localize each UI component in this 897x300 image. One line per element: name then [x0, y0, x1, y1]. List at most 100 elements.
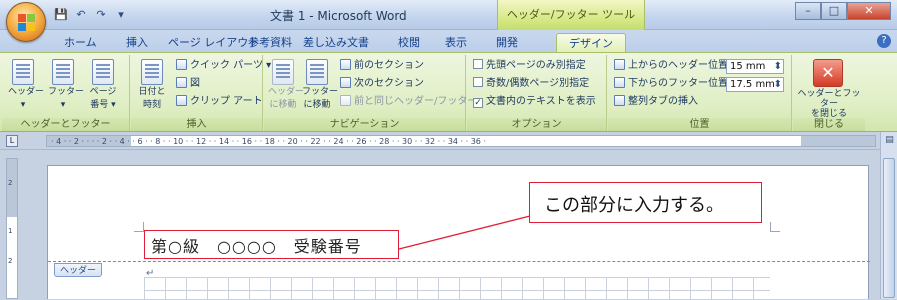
vertical-scrollbar[interactable]: ▤	[880, 132, 897, 299]
picture-button[interactable]: 図	[176, 77, 200, 91]
clip-art-label: クリップ アート	[190, 96, 263, 107]
qat-customize-icon[interactable]: ▾	[114, 8, 128, 22]
quick-access-toolbar: 💾 ↶ ↷ ▾	[54, 7, 128, 23]
save-icon[interactable]: 💾	[54, 8, 68, 22]
footer-from-bottom-label: 下からのフッター位置:	[614, 77, 731, 91]
insert-alignment-tab-button[interactable]: 整列タブの挿入	[614, 95, 698, 109]
calendar-icon	[141, 59, 163, 85]
link-to-previous-button[interactable]: 前と同じヘッダー/フッター	[340, 95, 477, 109]
horizontal-ruler[interactable]: · 4 · · 2 · · · · 2 · · 4 · · 6 · · 8 · …	[46, 135, 876, 147]
quick-parts-label: クイック パーツ ▾	[190, 60, 272, 71]
go-to-footer-label-2: に移動	[303, 100, 331, 110]
document-page[interactable]: この部分に入力する。 第○級 ○○○○ 受験番号 ヘッダー ↵	[47, 165, 870, 300]
next-section-button[interactable]: 次のセクション	[340, 77, 424, 91]
tab-home[interactable]: ホーム	[64, 33, 97, 52]
page-number-button[interactable]: ページ 番号 ▾	[88, 59, 118, 111]
footer-dropdown-icon: ▾	[60, 100, 66, 110]
group-close: ✕ ヘッダーとフッター を閉じる 閉じる	[793, 55, 865, 131]
group-label-header-footer: ヘッダーとフッター	[2, 118, 129, 131]
different-odd-even-checkbox[interactable]: 奇数/偶数ページ別指定	[473, 77, 589, 91]
header-text-highlight[interactable]: 第○級 ○○○○ 受験番号	[144, 230, 399, 259]
window-controls: – □ ✕	[795, 2, 891, 20]
go-to-header-button[interactable]: ヘッダー に移動	[268, 59, 305, 111]
footer-position-icon	[614, 77, 625, 88]
previous-section-button[interactable]: 前のセクション	[340, 59, 424, 73]
group-options: 先頭ページのみ別指定 奇数/偶数ページ別指定 ✓ 文書内のテキストを表示 オプショ…	[467, 55, 607, 131]
group-navigation: ヘッダー に移動 フッター に移動 前のセクション 次のセクション 前と同じヘッ…	[264, 55, 477, 131]
different-first-page-label: 先頭ページのみ別指定	[486, 60, 586, 71]
tab-design[interactable]: デザイン	[556, 33, 626, 52]
minimize-button[interactable]: –	[795, 2, 821, 20]
different-odd-even-label: 奇数/偶数ページ別指定	[486, 78, 590, 89]
margin-corner-mark	[134, 222, 144, 232]
insert-alignment-tab-label: 整列タブの挿入	[628, 96, 698, 107]
tab-mailings[interactable]: 差し込み文書	[303, 33, 369, 52]
group-insert: 日付と 時刻 クイック パーツ ▾ 図 クリップ アート 挿入	[131, 55, 271, 131]
scroll-thumb[interactable]	[883, 158, 895, 298]
redo-icon[interactable]: ↷	[94, 8, 108, 22]
close-header-footer-button[interactable]: ✕	[813, 59, 843, 87]
tab-references[interactable]: 参考資料	[248, 33, 292, 52]
tab-page-layout[interactable]: ページ レイアウト	[168, 33, 259, 52]
alignment-tab-icon	[614, 95, 625, 106]
clip-art-button[interactable]: クリップ アート	[176, 95, 263, 109]
show-document-text-check-icon: ✓	[473, 98, 483, 108]
header-boundary-line	[48, 261, 870, 262]
undo-icon[interactable]: ↶	[74, 8, 88, 22]
footer-position-input[interactable]: 17.5 mm	[726, 77, 784, 92]
link-to-previous-label: 前と同じヘッダー/フッター	[354, 96, 478, 107]
picture-icon	[176, 77, 187, 88]
maximize-button[interactable]: □	[821, 2, 847, 20]
help-icon[interactable]: ?	[877, 34, 891, 48]
close-header-footer-label: ヘッダーとフッター を閉じる	[795, 89, 863, 119]
date-time-label-1: 日付と	[138, 87, 166, 97]
header-icon	[12, 59, 34, 85]
close-header-footer-label-1: ヘッダーとフッター	[797, 89, 861, 109]
next-section-label: 次のセクション	[354, 78, 424, 89]
group-label-navigation: ナビゲーション	[264, 118, 465, 131]
tab-insert[interactable]: 挿入	[126, 33, 148, 52]
different-first-page-checkbox[interactable]: 先頭ページのみ別指定	[473, 59, 586, 73]
ruler-toggle-icon[interactable]: ▤	[884, 135, 895, 147]
title-bar: 💾 ↶ ↷ ▾ 文書 1 - Microsoft Word ヘッダー/フッター …	[0, 0, 897, 30]
callout-text: この部分に入力する。	[544, 195, 724, 216]
header-text[interactable]: 第○級 ○○○○ 受験番号	[151, 233, 362, 257]
ribbon: ヘッダー ▾ フッター ▾ ページ 番号 ▾ ヘッダーとフッター 日付と 時刻 …	[0, 52, 897, 132]
group-label-position: 位置	[608, 118, 791, 131]
window-title: 文書 1 - Microsoft Word	[270, 9, 407, 23]
tab-developer[interactable]: 開発	[496, 33, 518, 52]
date-time-button[interactable]: 日付と 時刻	[137, 59, 167, 111]
group-label-close: 閉じる	[793, 118, 865, 131]
footer-icon	[52, 59, 74, 85]
vruler-mark: 2	[8, 179, 13, 187]
ruler-right-margin	[801, 136, 875, 146]
go-to-header-icon	[272, 59, 294, 85]
quick-parts-button[interactable]: クイック パーツ ▾	[176, 59, 271, 73]
go-to-header-label-2: に移動	[269, 100, 297, 110]
page-number-label-2: 番号 ▾	[90, 100, 116, 110]
vruler-mark: 2	[8, 257, 13, 265]
footer-button[interactable]: フッター ▾	[48, 59, 84, 111]
office-logo-icon	[18, 14, 36, 32]
go-to-footer-button[interactable]: フッター に移動	[302, 59, 338, 111]
page-number-icon	[92, 59, 114, 85]
go-to-header-label-1: ヘッダー	[268, 87, 305, 97]
footer-from-bottom-text: 下からのフッター位置:	[628, 78, 732, 89]
ruler-bar: L · 4 · · 2 · · · · 2 · · 4 · · 6 · · 8 …	[0, 132, 897, 150]
different-first-page-check-icon	[473, 59, 483, 69]
close-button[interactable]: ✕	[847, 2, 891, 20]
header-position-input[interactable]: 15 mm	[726, 59, 784, 74]
tab-review[interactable]: 校閲	[398, 33, 420, 52]
vertical-ruler[interactable]: 2 1 2	[6, 158, 18, 299]
group-label-insert: 挿入	[131, 118, 262, 131]
ruler-ticks: · 4 · · 2 · · · · 2 · · 4 · · 6 · · 8 · …	[51, 137, 486, 146]
instruction-callout: この部分に入力する。	[529, 182, 762, 223]
show-document-text-checkbox[interactable]: ✓ 文書内のテキストを表示	[473, 95, 596, 109]
group-position: 上からのヘッダー位置: 15 mm 下からのフッター位置: 17.5 mm 整列…	[608, 55, 792, 131]
tab-selector[interactable]: L	[6, 135, 18, 147]
office-button[interactable]	[6, 2, 46, 42]
ribbon-tabs: ホーム 挿入 ページ レイアウト 参考資料 差し込み文書 校閲 表示 開発 デザ…	[0, 30, 897, 52]
tab-view[interactable]: 表示	[445, 33, 467, 52]
date-time-label-2: 時刻	[142, 100, 161, 110]
header-button[interactable]: ヘッダー ▾	[8, 59, 44, 111]
